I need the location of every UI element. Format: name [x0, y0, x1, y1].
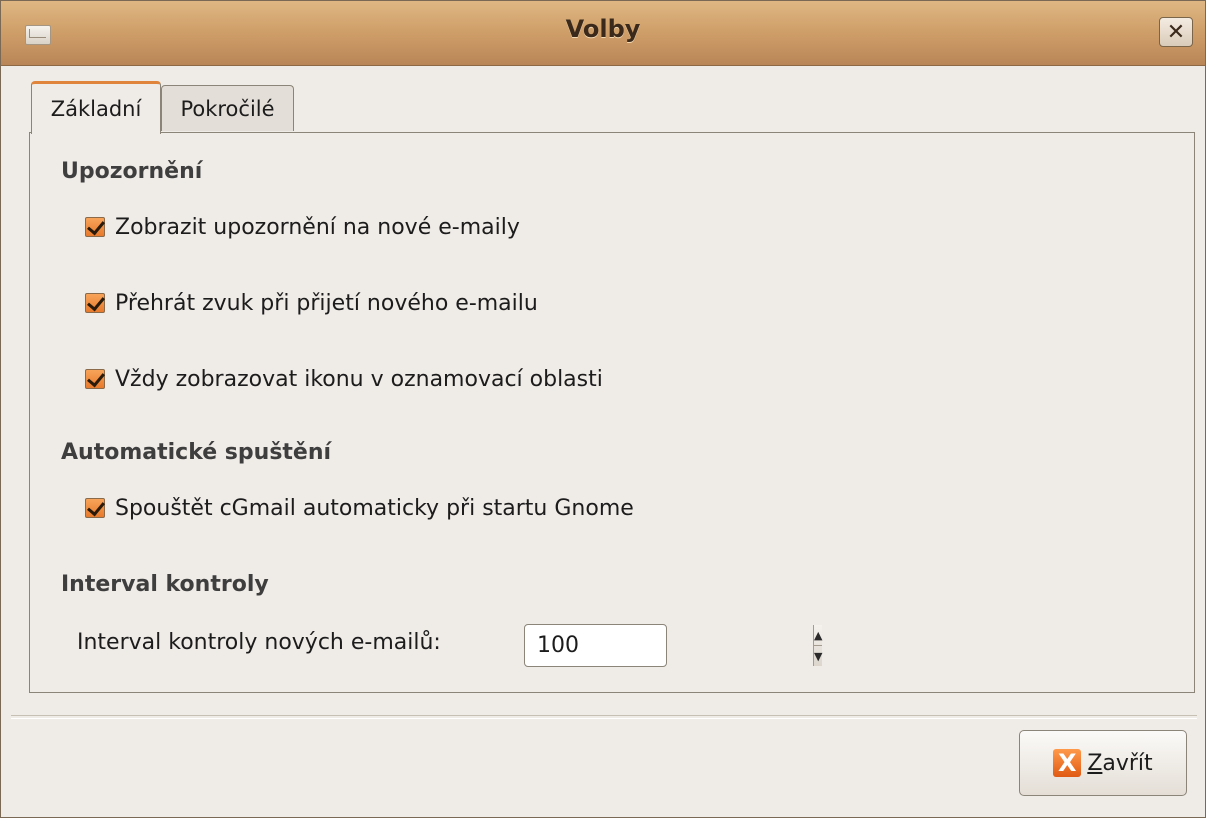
title-bar[interactable]: Volby ✕ — [1, 1, 1205, 66]
section-interval-title: Interval kontroly — [61, 572, 269, 597]
checkbox-play-sound[interactable]: Přehrát zvuk při přijetí nového e-mailu — [85, 288, 538, 318]
section-notifications-title: Upozornění — [61, 159, 203, 184]
checkbox-checked-icon[interactable] — [85, 369, 105, 389]
interval-input[interactable] — [525, 625, 813, 666]
close-x-icon: X — [1053, 749, 1082, 777]
mnemonic-letter: Z — [1087, 750, 1103, 776]
checkbox-checked-icon[interactable] — [85, 217, 105, 237]
checkbox-checked-icon[interactable] — [85, 498, 105, 518]
checkbox-checked-icon[interactable] — [85, 293, 105, 313]
preferences-dialog: Volby ✕ Základní Pokročilé Upozornění Zo… — [0, 0, 1206, 818]
checkbox-label: Spouštět cGmail automaticky při startu G… — [115, 495, 634, 521]
checkbox-label: Přehrát zvuk při přijetí nového e-mailu — [115, 290, 538, 316]
close-button-label: Zavřít — [1087, 751, 1152, 776]
spin-up-arrow-icon[interactable]: ▲ — [814, 625, 823, 646]
interval-label: Interval kontroly nových e-mailů: — [77, 630, 441, 655]
close-button-label-rest: avřít — [1102, 750, 1153, 776]
close-button[interactable]: X Zavřít — [1019, 730, 1187, 796]
checkbox-tray-icon[interactable]: Vždy zobrazovat ikonu v oznamovací oblas… — [85, 364, 603, 394]
tab-basic-label: Základní — [50, 97, 142, 121]
checkbox-autostart[interactable]: Spouštět cGmail automaticky při startu G… — [85, 493, 634, 523]
close-icon: ✕ — [1166, 19, 1186, 45]
window-title: Volby — [565, 15, 641, 43]
checkbox-label: Vždy zobrazovat ikonu v oznamovací oblas… — [115, 366, 603, 392]
spin-buttons: ▲ ▼ — [813, 625, 823, 666]
tab-advanced-label: Pokročilé — [180, 96, 275, 121]
window-close-button[interactable]: ✕ — [1159, 17, 1193, 47]
spin-down-arrow-icon[interactable]: ▼ — [814, 646, 822, 666]
checkbox-label: Zobrazit upozornění na nové e-maily — [115, 214, 520, 240]
checkbox-show-notifications[interactable]: Zobrazit upozornění na nové e-maily — [85, 212, 520, 242]
tab-basic[interactable]: Základní — [31, 81, 161, 134]
section-autostart-title: Automatické spuštění — [61, 440, 332, 465]
interval-spinbutton[interactable]: ▲ ▼ — [524, 624, 823, 667]
tab-advanced[interactable]: Pokročilé — [161, 85, 294, 131]
footer-separator — [11, 715, 1197, 719]
